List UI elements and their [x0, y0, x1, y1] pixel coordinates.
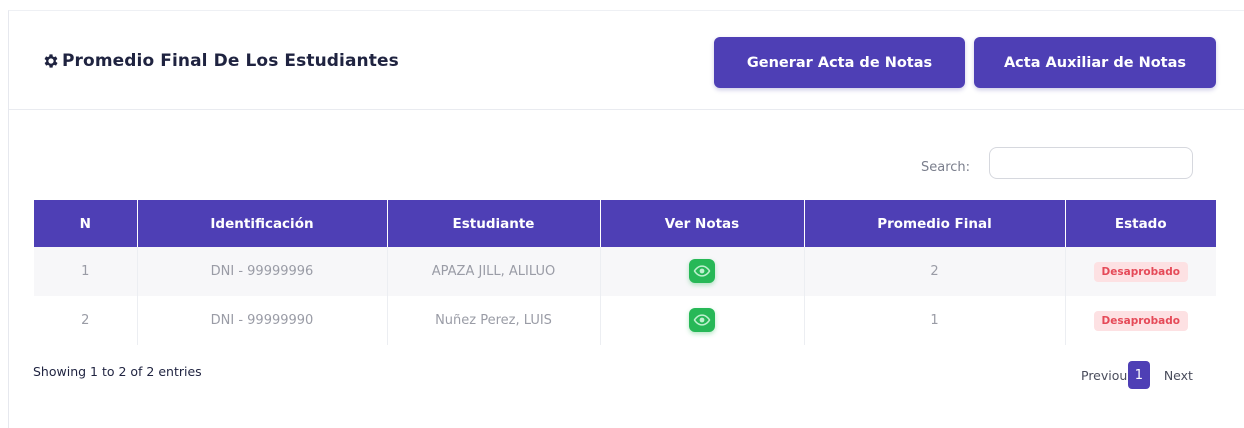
acta-auxiliar-button[interactable]: Acta Auxiliar de Notas — [974, 37, 1216, 88]
previous-page-button[interactable]: Previous — [1081, 368, 1134, 383]
page-title: Promedio Final De Los Estudiantes — [42, 51, 399, 71]
column-header-ver-notas[interactable]: Ver Notas — [600, 200, 805, 247]
table-row: 2 DNI - 99999990 Nuñez Perez, LUIS 1 Des… — [34, 296, 1216, 345]
column-header-promedio-final[interactable]: Promedio Final — [804, 200, 1066, 247]
search-label: Search: — [921, 160, 971, 175]
cell-promedio-final: 1 — [804, 296, 1066, 345]
table-row: 1 DNI - 99999996 APAZA JILL, ALILUO 2 De… — [34, 247, 1216, 296]
search-input[interactable] — [989, 147, 1193, 179]
column-header-estudiante[interactable]: Estudiante — [387, 200, 601, 247]
pagination: Previous 1 Next — [1081, 361, 1193, 389]
generar-acta-button[interactable]: Generar Acta de Notas — [714, 37, 965, 88]
cell-estado: Desaprobado — [1065, 296, 1216, 345]
status-badge: Desaprobado — [1093, 261, 1188, 282]
column-header-identificacion[interactable]: Identificación — [137, 200, 388, 247]
column-header-n[interactable]: N — [34, 200, 138, 247]
cell-estudiante: Nuñez Perez, LUIS — [387, 296, 601, 345]
column-header-estado[interactable]: Estado — [1065, 200, 1216, 247]
view-notes-button[interactable] — [689, 308, 715, 332]
cell-estudiante: APAZA JILL, ALILUO — [387, 247, 601, 296]
students-table: N Identificación Estudiante Ver Notas Pr… — [34, 200, 1216, 345]
gear-icon — [44, 54, 58, 68]
cell-identificacion: DNI - 99999996 — [137, 247, 388, 296]
cell-estado: Desaprobado — [1065, 247, 1216, 296]
eye-icon — [693, 314, 711, 326]
view-notes-button[interactable] — [689, 259, 715, 283]
table-info: Showing 1 to 2 of 2 entries — [33, 364, 202, 379]
cell-ver-notas — [600, 296, 805, 345]
cell-identificacion: DNI - 99999990 — [137, 296, 388, 345]
cell-n: 1 — [34, 247, 138, 296]
card-header: Promedio Final De Los Estudiantes Genera… — [9, 11, 1244, 110]
cell-n: 2 — [34, 296, 138, 345]
page-title-text: Promedio Final De Los Estudiantes — [62, 51, 399, 71]
table-header-row: N Identificación Estudiante Ver Notas Pr… — [34, 200, 1216, 247]
cell-promedio-final: 2 — [804, 247, 1066, 296]
next-page-button[interactable]: Next — [1164, 368, 1193, 383]
cell-ver-notas — [600, 247, 805, 296]
eye-icon — [693, 265, 711, 277]
page-1-button[interactable]: 1 — [1127, 361, 1150, 389]
status-badge: Desaprobado — [1093, 310, 1188, 331]
